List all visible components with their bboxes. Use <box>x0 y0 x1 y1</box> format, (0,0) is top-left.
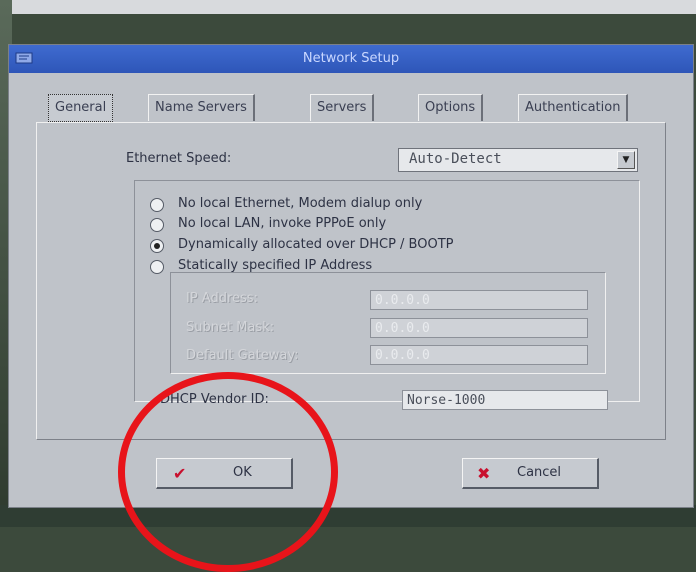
ethernet-speed-dropdown[interactable]: Auto-Detect ▼ <box>398 148 638 172</box>
ethernet-speed-label: Ethernet Speed: <box>126 151 232 166</box>
background-surface <box>0 505 696 527</box>
radio-pppoe-label: No local LAN, invoke PPPoE only <box>178 216 387 231</box>
radio-dhcp-label: Dynamically allocated over DHCP / BOOTP <box>178 237 454 252</box>
monitor-bezel-top <box>0 0 696 14</box>
radio-button-selected[interactable] <box>150 239 164 253</box>
ethernet-speed-value: Auto-Detect <box>409 151 502 167</box>
default-gateway-field[interactable]: 0.0.0.0 <box>370 345 588 365</box>
radio-button[interactable] <box>150 260 164 274</box>
radio-static-ip-label: Statically specified IP Address <box>178 258 373 273</box>
radio-modem-dialup-label: No local Ethernet, Modem dialup only <box>178 196 423 211</box>
tab-servers[interactable]: Servers <box>310 94 375 121</box>
annotation-circle <box>118 372 338 572</box>
tab-options[interactable]: Options <box>418 94 484 121</box>
window-title: Network Setup <box>302 51 400 66</box>
tab-name-servers[interactable]: Name Servers <box>148 94 255 121</box>
radio-button[interactable] <box>150 198 164 212</box>
tab-authentication[interactable]: Authentication <box>518 94 629 121</box>
subnet-mask-label: Subnet Mask: <box>186 320 275 335</box>
dhcp-vendor-id-field[interactable]: Norse-1000 <box>402 390 608 410</box>
cancel-button[interactable]: ✖ Cancel <box>462 458 599 489</box>
ip-address-field[interactable]: 0.0.0.0 <box>370 290 588 310</box>
default-gateway-label: Default Gateway: <box>186 348 299 363</box>
cancel-button-label: Cancel <box>517 465 562 480</box>
subnet-mask-field[interactable]: 0.0.0.0 <box>370 318 588 338</box>
title-bar: Network Setup <box>9 45 693 73</box>
chevron-down-icon[interactable]: ▼ <box>617 151 635 169</box>
radio-button[interactable] <box>150 218 164 232</box>
tab-general[interactable]: General <box>48 94 114 122</box>
close-icon: ✖ <box>477 464 491 483</box>
ip-address-label: IP Address: <box>186 291 258 306</box>
